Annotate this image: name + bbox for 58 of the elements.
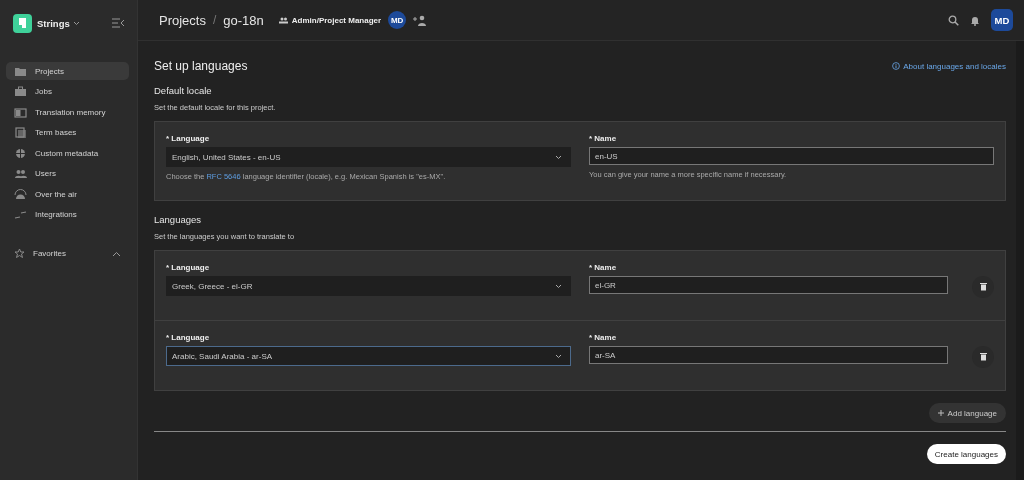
app-logo-icon[interactable] (13, 13, 32, 33)
name-input[interactable]: el-GR (589, 276, 948, 294)
chevron-down-icon (555, 283, 562, 289)
delete-button[interactable] (972, 346, 994, 368)
favorites-section-toggle[interactable]: Favorites (6, 244, 129, 263)
breadcrumb-link[interactable]: Projects (159, 12, 206, 28)
plus-icon (937, 410, 944, 416)
field-label: * Name (589, 333, 618, 342)
search-icon[interactable] (948, 14, 959, 26)
chevron-down-icon (555, 154, 562, 160)
info-icon (892, 62, 901, 70)
page-title: Set up languages (154, 59, 248, 73)
sidebar-item[interactable]: Jobs (6, 82, 129, 101)
trash-icon (979, 353, 987, 361)
field-label: * Language (166, 263, 211, 272)
sidebar-item[interactable]: Term bases (6, 123, 129, 142)
add-user-icon[interactable] (413, 14, 428, 26)
broadcast-icon (14, 187, 27, 201)
collapse-sidebar-icon[interactable] (112, 18, 125, 28)
user-avatar[interactable]: MD (991, 9, 1013, 31)
document-icon (14, 126, 27, 139)
field-label: * Language (166, 134, 211, 143)
sidebar-item[interactable]: Projects (6, 62, 129, 80)
chevron-down-icon (555, 353, 562, 359)
field-label: * Language (166, 333, 211, 342)
chevron-down-icon (72, 20, 80, 26)
sidebar-item[interactable]: Users (6, 164, 129, 183)
globe-icon (14, 146, 27, 160)
section-heading: Languages (154, 214, 203, 225)
app-switcher[interactable]: Strings (37, 17, 80, 29)
briefcase-icon (14, 85, 27, 98)
language-dropdown[interactable]: Arabic, Saudi Arabia - ar-SA (166, 346, 571, 366)
field-label: * Name (589, 263, 618, 272)
create-languages-button[interactable]: Create languages (926, 444, 1006, 464)
users-icon (278, 16, 288, 24)
name-input[interactable]: ar-SA (589, 346, 948, 364)
help-link[interactable]: About languages and locales (892, 61, 1006, 71)
field-label: * Name (589, 134, 618, 143)
users-icon (14, 167, 27, 180)
book-icon (14, 105, 27, 119)
section-heading: Default locale (154, 85, 213, 96)
delete-button[interactable] (972, 276, 994, 298)
trash-icon (979, 283, 987, 291)
language-dropdown[interactable]: Greek, Greece - el-GR (166, 276, 571, 296)
name-input[interactable]: en-US (589, 147, 994, 165)
role-label: Admin/Project Manager (291, 15, 382, 25)
chevron-icon (112, 250, 121, 257)
breadcrumb-separator: / (212, 13, 217, 27)
sidebar-item[interactable]: Over the air (6, 185, 129, 203)
member-avatar[interactable]: MD (388, 11, 407, 29)
sidebar-item[interactable]: Translation memory (6, 103, 129, 121)
breadcrumb-link[interactable]: go-18n (223, 12, 264, 28)
language-dropdown[interactable]: English, United States - en-US (166, 147, 571, 167)
sidebar-item[interactable]: Integrations (6, 205, 129, 224)
sidebar-item[interactable]: Custom metadata (6, 144, 129, 162)
bell-icon[interactable] (970, 14, 980, 26)
add-language-button[interactable]: Add language (928, 403, 1006, 423)
star-icon (14, 248, 25, 259)
